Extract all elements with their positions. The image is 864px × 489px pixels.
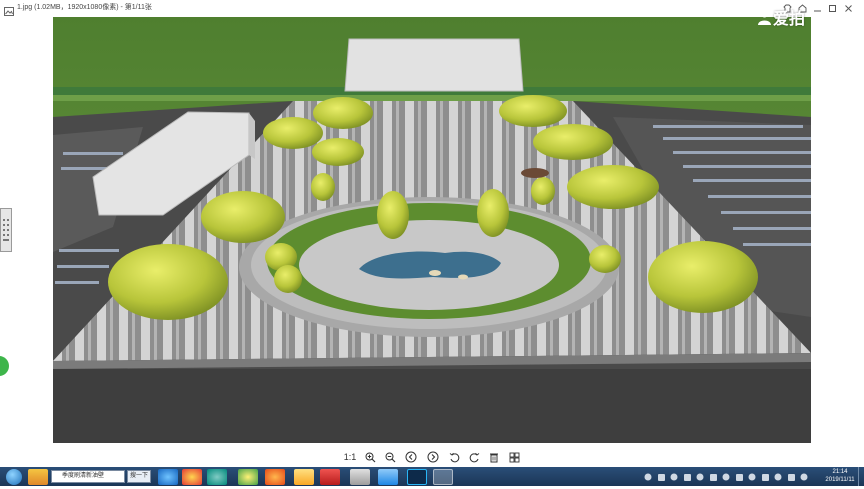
actual-size-button[interactable]: 1:1: [343, 450, 357, 464]
previous-image-icon[interactable]: [404, 450, 418, 464]
taskbar-app-explorer-icon[interactable]: [294, 469, 314, 485]
side-float-button[interactable]: [0, 356, 9, 376]
taskbar-app-folder-icon[interactable]: [28, 469, 48, 485]
taskbar-clock[interactable]: 21:14 2019/11/11: [822, 468, 858, 484]
watermark-logo: 爱拍: [758, 5, 805, 29]
rotate-left-icon[interactable]: [447, 450, 461, 464]
window-title: 1.jpg (1.02MB，1920x1080像素) - 第1/11张: [17, 4, 152, 11]
delete-icon[interactable]: [487, 450, 501, 464]
show-desktop-button[interactable]: [858, 467, 864, 486]
taskbar-app-user-icon[interactable]: [350, 469, 370, 485]
taskbar-app-ie-icon[interactable]: [158, 469, 178, 485]
image-display-area[interactable]: [53, 17, 811, 443]
watermark-text: 爱拍: [773, 9, 806, 28]
clock-date: 2019/11/11: [825, 477, 855, 483]
taskbar-app-cad-icon[interactable]: [320, 469, 340, 485]
window-titlebar: 1.jpg (1.02MB，1920x1080像素) - 第1/11张: [0, 0, 864, 16]
taskbar-app-photoshop-icon[interactable]: [407, 469, 427, 485]
taskbar-search-input[interactable]: 季度刷清新油壁: [51, 470, 125, 483]
maximize-icon[interactable]: [825, 1, 839, 15]
taskbar-app-firefox-icon[interactable]: [265, 469, 285, 485]
start-button[interactable]: [6, 469, 22, 485]
zoom-out-icon[interactable]: [383, 450, 397, 464]
taskbar-search-button[interactable]: 搜一下: [127, 470, 151, 483]
rotate-right-icon[interactable]: [467, 450, 481, 464]
plaza-rendering-image: [53, 17, 811, 443]
more-tools-icon[interactable]: [507, 450, 521, 464]
next-image-icon[interactable]: [426, 450, 440, 464]
system-tray: [640, 470, 820, 484]
taskbar-app-active-image-viewer-icon[interactable]: [433, 469, 453, 485]
zoom-in-icon[interactable]: [363, 450, 377, 464]
taskbar-app-chrome-icon[interactable]: [238, 469, 258, 485]
taskbar-app-viewer-icon[interactable]: [378, 469, 398, 485]
image-viewer-app-icon: [4, 3, 14, 21]
taskbar-app-browser-icon[interactable]: [182, 469, 202, 485]
close-icon[interactable]: [841, 1, 855, 15]
taskbar-app-media-icon[interactable]: [207, 469, 227, 485]
clock-time: 21:14: [832, 469, 848, 475]
keyboard-float-widget[interactable]: [0, 208, 12, 252]
minimize-icon[interactable]: [810, 1, 824, 15]
watermark-person-icon: [758, 10, 771, 25]
